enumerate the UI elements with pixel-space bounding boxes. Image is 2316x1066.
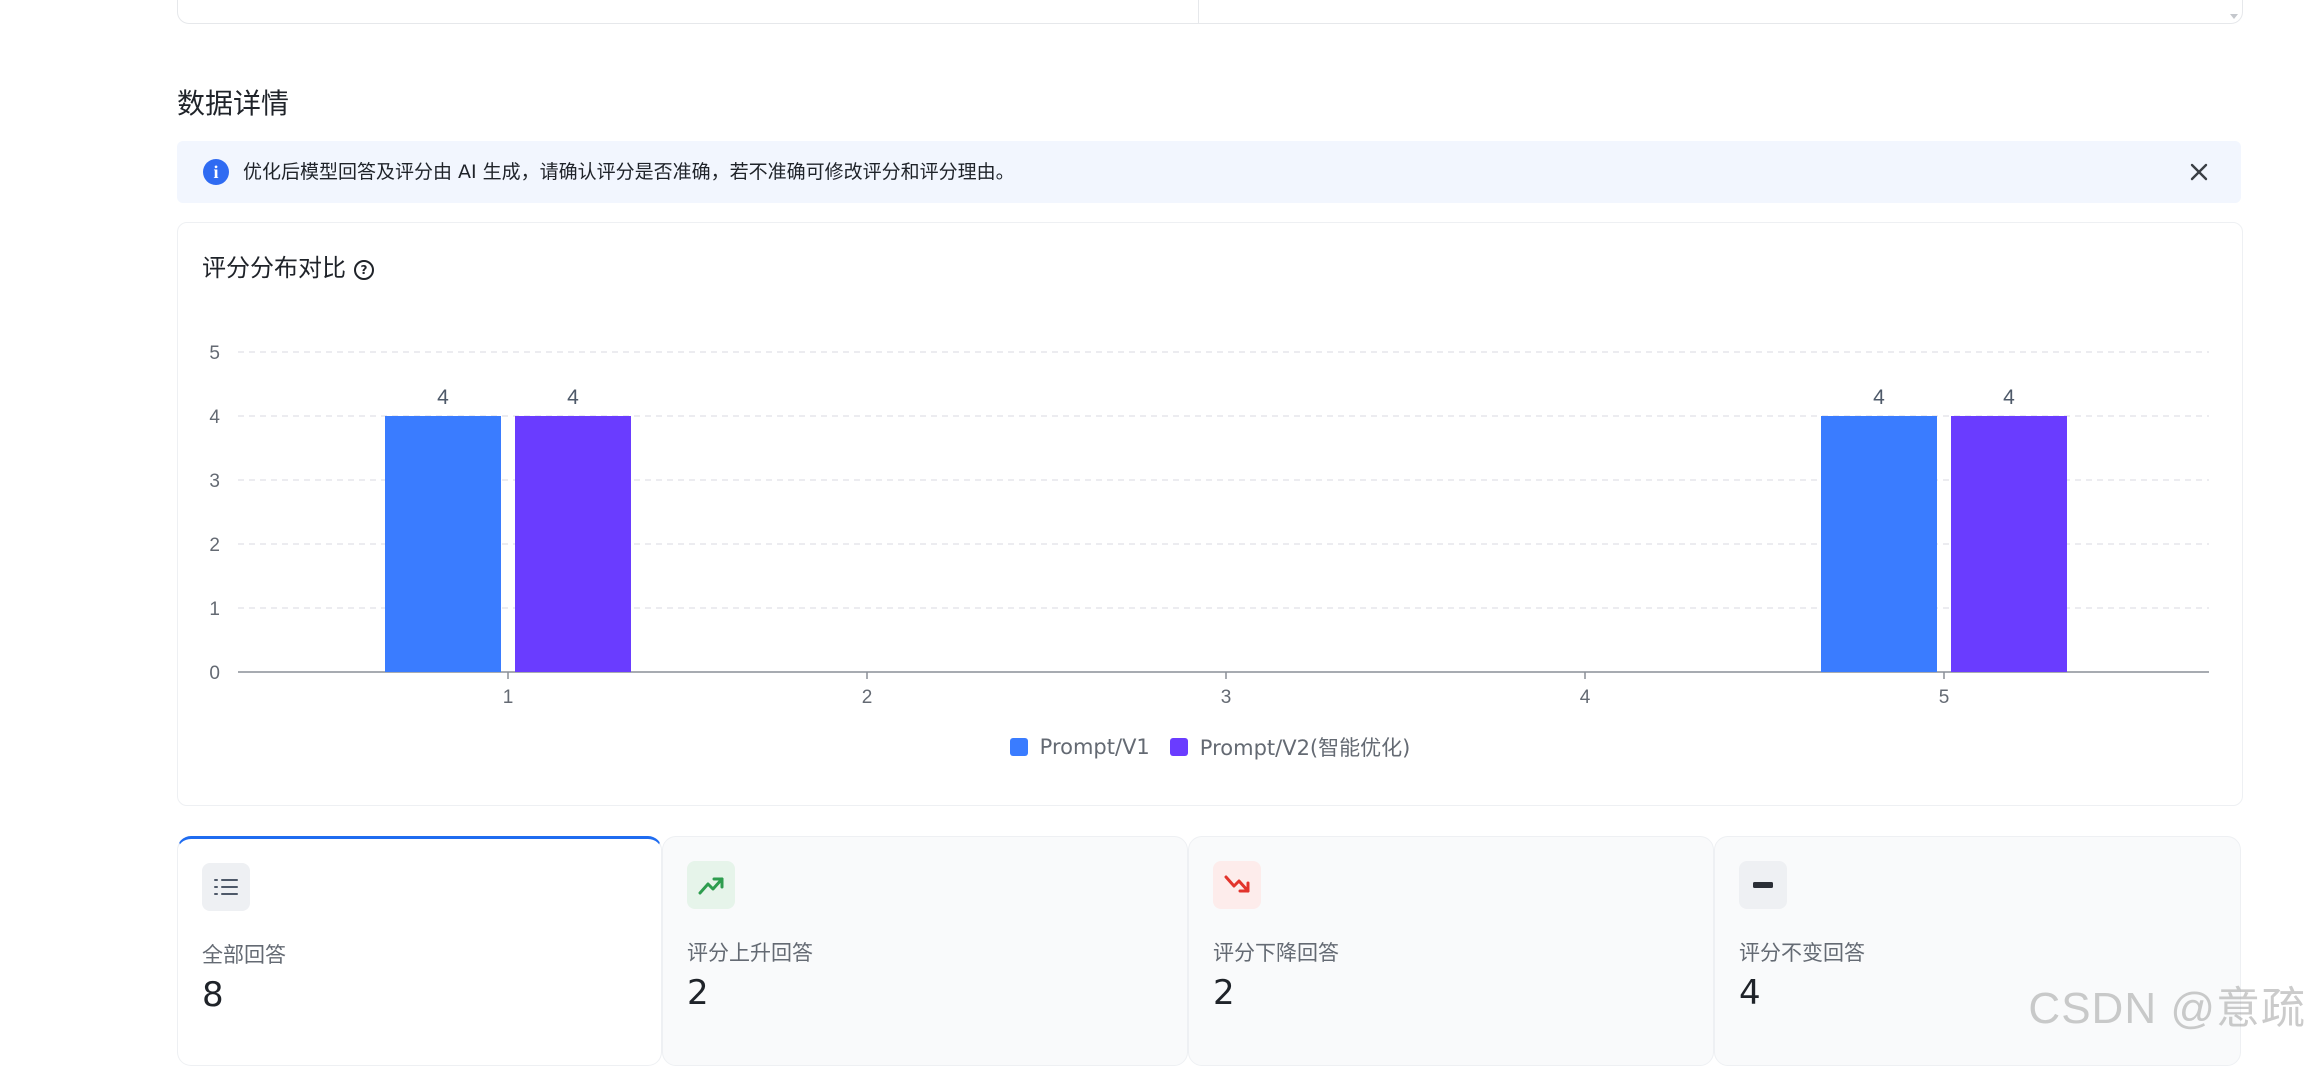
data-label: 4 (437, 386, 449, 409)
stat-label: 评分上升回答 (687, 941, 813, 965)
stat-value: 8 (202, 975, 224, 1015)
list-icon (202, 863, 250, 911)
watermark: CSDN @意疏 (2028, 984, 2306, 1033)
x-tick-label: 4 (1580, 687, 1591, 708)
legend-label: Prompt/V2(智能优化) (1199, 736, 1411, 760)
chart-legend: Prompt/V1 Prompt/V2(智能优化) (178, 732, 2242, 762)
bar (1951, 416, 2067, 672)
bar (515, 416, 631, 672)
y-tick-label: 1 (209, 599, 220, 620)
stat-card-trend-up[interactable]: 评分上升回答 2 (662, 836, 1188, 1066)
previous-section-card (177, 0, 2243, 24)
legend-swatch (1009, 738, 1028, 756)
stats-row: 全部回答 8 评分上升回答 2 评分下降回答 2 评分不变回答 4 (177, 836, 2241, 1066)
stat-card-list[interactable]: 全部回答 8 (177, 836, 662, 1066)
stat-card-trend-down[interactable]: 评分下降回答 2 (1188, 836, 1714, 1066)
minus-icon (1739, 861, 1787, 909)
y-tick-label: 0 (209, 663, 220, 684)
stat-value: 2 (687, 973, 709, 1013)
x-tick-label: 2 (862, 687, 873, 708)
data-label: 4 (567, 386, 579, 409)
info-icon: i (203, 159, 229, 185)
close-icon[interactable] (2185, 158, 2213, 186)
y-tick-label: 2 (209, 535, 220, 556)
bar (1821, 416, 1937, 672)
legend-label: Prompt/V1 (1039, 735, 1150, 759)
trend-down-icon (1213, 861, 1261, 909)
data-label: 4 (1873, 386, 1885, 409)
legend-item[interactable]: Prompt/V1 (1009, 735, 1150, 759)
data-label: 4 (2003, 386, 2015, 409)
legend-item[interactable]: Prompt/V2(智能优化) (1169, 732, 1411, 762)
bar-chart: 0 1 2 3 4 5 1 2 3 4 5 4 4 4 4 (209, 343, 2209, 708)
stat-value: 4 (1739, 973, 1761, 1013)
stat-label: 评分下降回答 (1213, 941, 1339, 965)
x-tick-label: 3 (1221, 687, 1232, 708)
y-tick-label: 4 (209, 407, 220, 428)
legend-swatch (1169, 738, 1188, 756)
stat-label: 评分不变回答 (1739, 941, 1865, 965)
section-title: 数据详情 (177, 87, 290, 120)
banner-message: 优化后模型回答及评分由 AI 生成，请确认评分是否准确，若不准确可修改评分和评分… (243, 161, 1015, 183)
y-tick-label: 5 (209, 343, 220, 364)
card-divider (1198, 0, 1199, 23)
info-banner: i 优化后模型回答及评分由 AI 生成，请确认评分是否准确，若不准确可修改评分和… (177, 141, 2241, 203)
stat-label: 全部回答 (202, 943, 286, 967)
y-tick-label: 3 (209, 471, 220, 492)
score-distribution-card: 评分分布对比? 012345123454444 Prompt/V1 Prompt/… (177, 222, 2243, 806)
stat-value: 2 (1213, 973, 1235, 1013)
x-tick-label: 1 (503, 687, 514, 708)
scroll-arrow-icon[interactable] (2230, 14, 2238, 19)
x-tick-label: 5 (1939, 687, 1950, 708)
bar (385, 416, 501, 672)
trend-up-icon (687, 861, 735, 909)
